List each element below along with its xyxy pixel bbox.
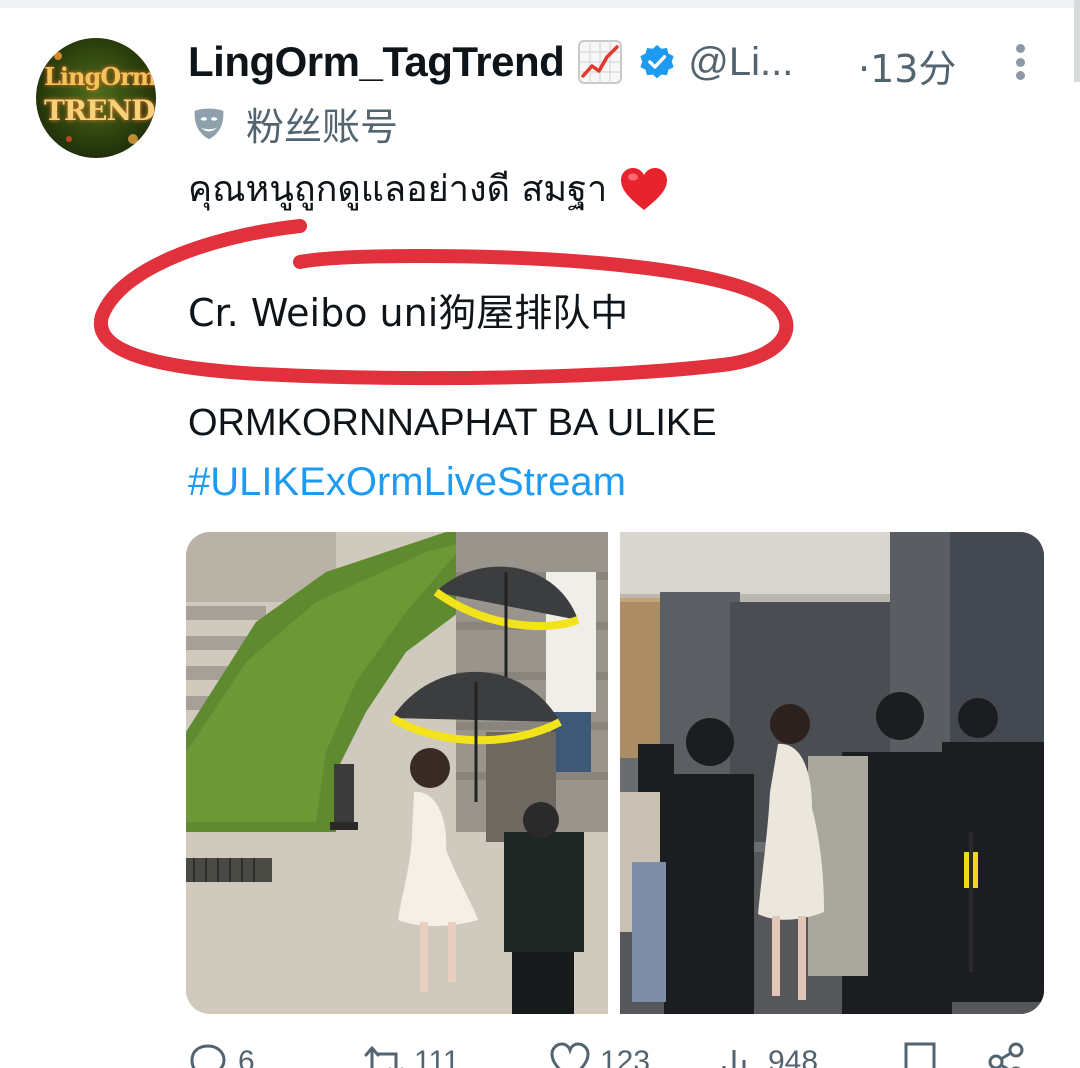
avatar-logo-bottom: TREND — [44, 94, 155, 127]
views-count: 948 — [768, 1045, 819, 1068]
dot-icon — [1015, 44, 1025, 53]
verified-badge-icon — [640, 44, 674, 79]
retweet-count: 111 — [414, 1045, 460, 1068]
photo-umbrellas-outdoor[interactable] — [186, 532, 608, 1014]
retweet-button[interactable]: 111 — [362, 1040, 460, 1068]
red-heart-icon — [621, 167, 668, 210]
avatar[interactable]: LingOrm TREND — [36, 38, 156, 158]
chart-increasing-icon — [578, 40, 623, 84]
account-label-row: 粉丝账号 — [190, 96, 398, 151]
tweet-text-brand: ORMKORNNAPHAT BA ULIKE — [188, 402, 717, 444]
tweet-text-line-1: คุณหนูถูกดูแลอย่างดี สมฐา — [188, 160, 669, 217]
display-name[interactable]: LingOrm_TagTrend — [188, 38, 565, 86]
heart-outline-icon — [550, 1042, 590, 1068]
tweet-text-thai: คุณหนูถูกดูแลอย่างดี สมฐา — [188, 169, 608, 210]
retweet-icon — [364, 1046, 404, 1068]
account-label: 粉丝账号 — [246, 105, 399, 149]
photo-bodyguards-lobby-image — [620, 532, 1044, 1014]
share-icon — [988, 1042, 1024, 1068]
bookmark-button[interactable] — [898, 1040, 942, 1068]
reply-button[interactable]: 6 — [186, 1040, 255, 1068]
avatar-sparkle — [54, 52, 62, 60]
avatar-logo-top: LingOrm — [44, 62, 156, 91]
like-count: 123 — [600, 1045, 651, 1068]
tweet-header: LingOrm_TagTrend @Li... — [188, 36, 793, 88]
like-button[interactable]: 123 — [548, 1040, 650, 1068]
reply-icon — [190, 1044, 226, 1068]
views-chart-icon — [722, 1050, 746, 1068]
photo-umbrellas-outdoor-image — [186, 532, 608, 1014]
share-button[interactable] — [984, 1040, 1028, 1068]
reply-count: 6 — [238, 1045, 255, 1068]
dot-icon — [1015, 71, 1025, 80]
tweet-screen: LingOrm TREND LingOrm_TagTrend @Li... ·1… — [0, 0, 1080, 1068]
avatar-sparkle — [66, 136, 72, 142]
tweet-text-credit: Cr. Weibo uni狗屋排队中 — [188, 291, 629, 335]
tweet-media-grid — [186, 532, 1044, 1014]
views-button[interactable]: 948 — [716, 1040, 818, 1068]
more-options-button[interactable] — [1004, 40, 1036, 84]
mask-icon — [194, 108, 224, 139]
bookmark-icon — [904, 1042, 936, 1068]
timestamp[interactable]: ·13分 — [858, 38, 956, 93]
avatar-sparkle — [128, 134, 138, 144]
photo-bodyguards-lobby[interactable] — [620, 532, 1044, 1014]
scroll-edge — [1074, 0, 1080, 82]
hashtag-link[interactable]: #ULIKExOrmLiveStream — [188, 460, 626, 505]
top-divider — [0, 0, 1080, 8]
dot-icon — [1015, 57, 1025, 67]
user-handle[interactable]: @Li... — [688, 40, 793, 85]
